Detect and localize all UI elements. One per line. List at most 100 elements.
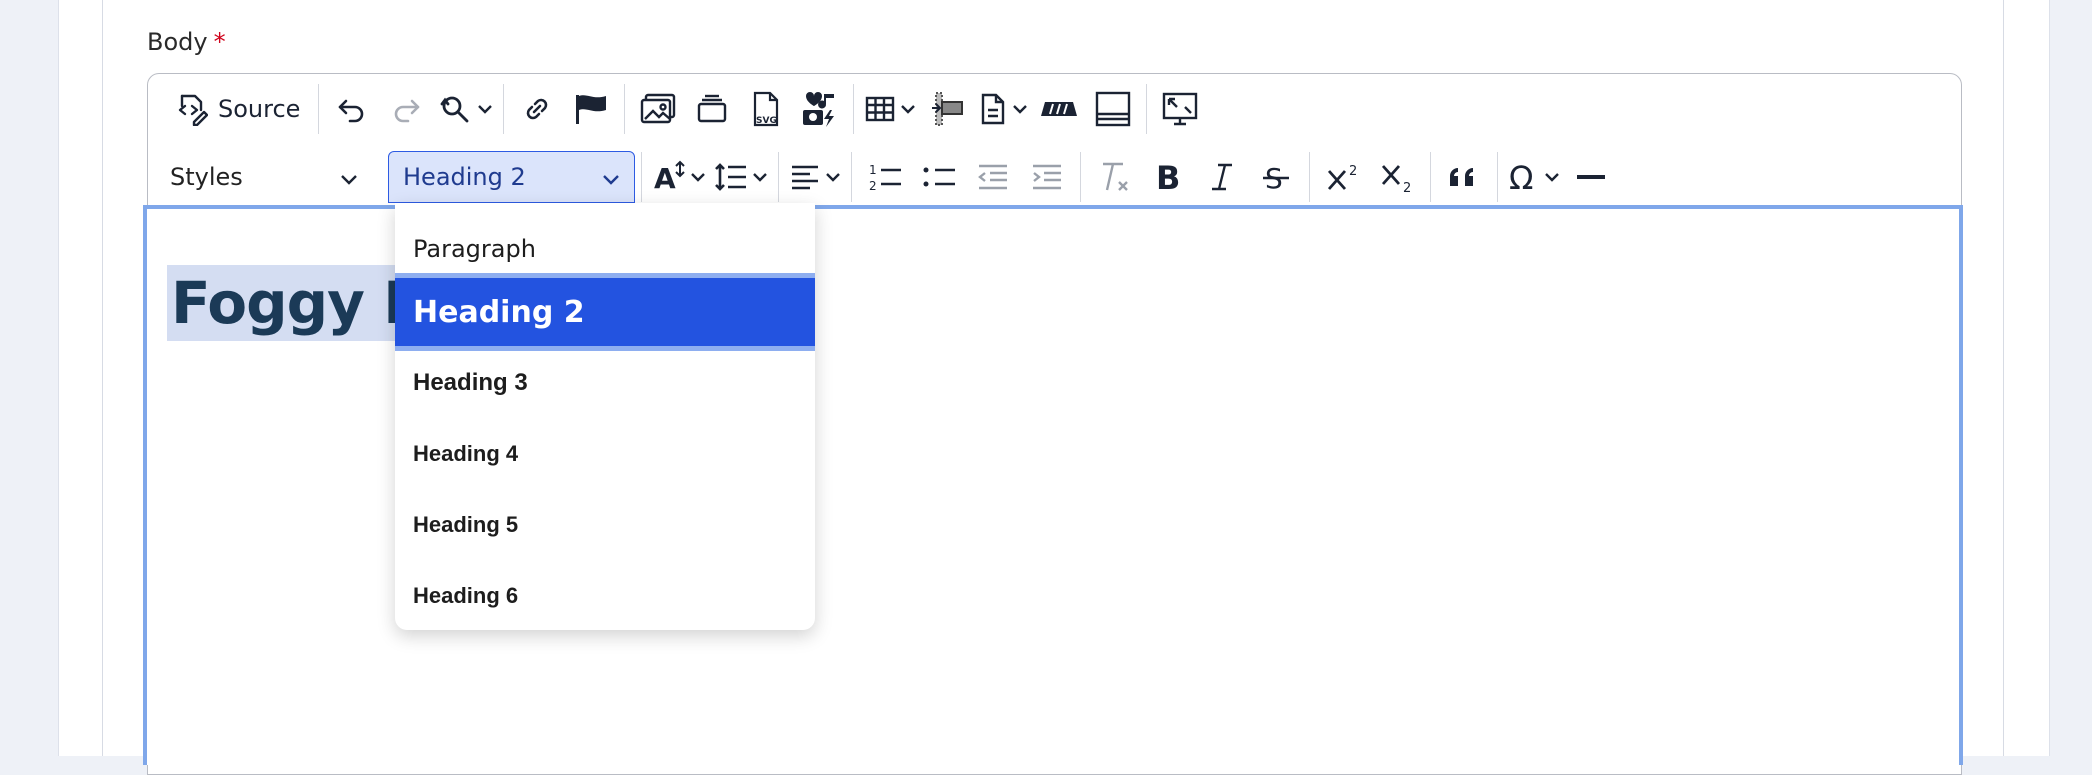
document-icon: [978, 92, 1008, 126]
undo-button[interactable]: [325, 82, 379, 136]
bold-icon: B: [1153, 161, 1183, 193]
svg-text:A: A: [654, 162, 676, 194]
preview-screen-button[interactable]: [1153, 82, 1207, 136]
anchor-flag-button[interactable]: [564, 82, 618, 136]
chevron-down-icon: [477, 103, 493, 115]
media-library-button[interactable]: [793, 82, 847, 136]
toolbar-separator: [778, 152, 779, 202]
redo-icon: [390, 93, 422, 125]
toolbar-separator: [1497, 152, 1498, 202]
link-button[interactable]: [510, 82, 564, 136]
toolbar-separator: [853, 84, 855, 134]
svg-text:2: 2: [1403, 181, 1411, 194]
flag-icon: [572, 92, 610, 126]
code-block-button[interactable]: [1032, 82, 1086, 136]
superscript-icon: 2: [1325, 161, 1361, 193]
svg-text:2: 2: [1349, 164, 1357, 179]
special-characters-button[interactable]: Ω: [1504, 150, 1564, 204]
link-icon: [521, 93, 553, 125]
insert-table-button[interactable]: [860, 82, 920, 136]
italic-button[interactable]: [1195, 150, 1249, 204]
toolbar-separator: [624, 84, 626, 134]
horizontal-line-icon: [1575, 172, 1607, 182]
horizontal-line-button[interactable]: [1564, 150, 1618, 204]
required-mark: *: [213, 28, 226, 56]
find-replace-icon: [437, 92, 473, 126]
blockquote-button[interactable]: [1437, 150, 1491, 204]
heading-dropdown-label: Heading 2: [403, 163, 526, 191]
dropdown-item-paragraph[interactable]: Paragraph: [395, 217, 815, 281]
numbered-list-button[interactable]: 12: [858, 150, 912, 204]
styles-dropdown[interactable]: Styles: [148, 151, 378, 203]
blockquote-icon: [1448, 164, 1480, 190]
body-label-text: Body: [147, 28, 208, 56]
horizontal-split-button[interactable]: [1086, 82, 1140, 136]
horizontal-split-icon: [1094, 90, 1132, 128]
bulleted-list-icon: [921, 161, 957, 193]
outdent-icon: [976, 162, 1010, 192]
media-icon: [800, 90, 840, 128]
toolbar-separator: [641, 152, 642, 202]
source-label: Source: [218, 95, 301, 123]
dropdown-item-heading-5[interactable]: Heading 5: [395, 493, 815, 557]
chevron-down-icon: [825, 171, 841, 183]
insert-image-button[interactable]: [631, 82, 685, 136]
chevron-down-icon: [1544, 171, 1560, 183]
body-field-label: Body *: [147, 28, 226, 56]
redo-button[interactable]: [379, 82, 433, 136]
outdent-button[interactable]: [966, 150, 1020, 204]
strikethrough-button[interactable]: S: [1249, 150, 1303, 204]
find-replace-button[interactable]: [433, 82, 497, 136]
heading-dropdown-panel: Paragraph Heading 2 Heading 3 Heading 4 …: [395, 203, 815, 630]
insert-svg-button[interactable]: SVG: [739, 82, 793, 136]
media-embed-icon: [695, 94, 729, 124]
svg-text:SVG: SVG: [756, 116, 777, 126]
source-icon: [174, 92, 208, 126]
undo-icon: [336, 93, 368, 125]
svg-icon: SVG: [749, 90, 783, 128]
toolbar-separator: [318, 84, 320, 134]
table-icon: [864, 94, 896, 124]
svg-text:1: 1: [869, 163, 877, 177]
toolbar-separator: [1309, 152, 1310, 202]
heading-dropdown[interactable]: Heading 2: [388, 151, 635, 203]
font-size-icon: A: [652, 160, 686, 194]
chevron-down-icon: [690, 171, 706, 183]
source-button[interactable]: Source: [166, 82, 312, 136]
media-embed-button[interactable]: [685, 82, 739, 136]
remove-format-button[interactable]: [1087, 150, 1141, 204]
toolbar-row-2: Styles Heading 2 A 12 B S 2 2 Ω: [148, 144, 1618, 210]
image-icon: [639, 92, 677, 126]
indent-icon: [1030, 162, 1064, 192]
text-align-button[interactable]: [785, 150, 845, 204]
chevron-down-icon: [752, 171, 768, 183]
font-size-button[interactable]: A: [648, 150, 710, 204]
toolbar-separator: [503, 84, 505, 134]
toolbar-separator: [1430, 152, 1431, 202]
bulleted-list-button[interactable]: [912, 150, 966, 204]
dropdown-item-heading-6[interactable]: Heading 6: [395, 564, 815, 628]
dropdown-item-heading-2[interactable]: Heading 2: [395, 273, 815, 351]
italic-icon: [1208, 161, 1236, 193]
numbered-list-icon: 12: [867, 161, 903, 193]
dropdown-item-heading-3[interactable]: Heading 3: [395, 351, 815, 415]
subscript-button[interactable]: 2: [1370, 150, 1424, 204]
dropdown-item-heading-4[interactable]: Heading 4: [395, 422, 815, 486]
subscript-icon: 2: [1379, 160, 1415, 194]
screen-icon: [1161, 91, 1199, 127]
styles-dropdown-label: Styles: [170, 163, 243, 191]
bold-button[interactable]: B: [1141, 150, 1195, 204]
chevron-down-icon: [900, 103, 916, 115]
toolbar-separator: [1146, 84, 1148, 134]
svg-text:2: 2: [869, 179, 877, 193]
indent-block-icon: [928, 90, 966, 128]
toolbar-separator: [1080, 152, 1081, 202]
line-height-button[interactable]: [710, 150, 772, 204]
indent-block-button[interactable]: [920, 82, 974, 136]
strikethrough-icon: S: [1261, 161, 1291, 193]
svg-text:B: B: [1156, 161, 1180, 193]
remove-format-icon: [1097, 160, 1131, 194]
superscript-button[interactable]: 2: [1316, 150, 1370, 204]
document-button[interactable]: [974, 82, 1032, 136]
indent-button[interactable]: [1020, 150, 1074, 204]
